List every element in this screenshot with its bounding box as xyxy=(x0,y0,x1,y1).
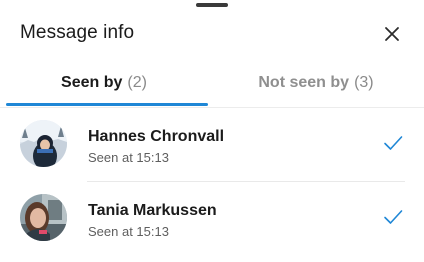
viewer-name: Tania Markussen xyxy=(88,202,217,219)
sheet-title: Message info xyxy=(20,22,135,43)
message-info-sheet: Message info Seen by (2) Not seen by (3) xyxy=(0,0,424,262)
sheet-header: Message info xyxy=(0,14,424,54)
viewer-row[interactable]: Hannes Chronvall Seen at 15:13 xyxy=(0,108,424,180)
close-icon xyxy=(385,27,399,41)
tab-not-seen-by[interactable]: Not seen by (3) xyxy=(208,62,424,104)
checkmark-icon xyxy=(384,136,403,150)
tab-not-seen-by-count: (3) xyxy=(354,74,374,91)
viewer-row[interactable]: Tania Markussen Seen at 15:13 xyxy=(0,182,424,254)
close-button[interactable] xyxy=(380,22,404,46)
active-tab-indicator xyxy=(6,103,208,106)
avatar xyxy=(20,194,67,241)
tab-not-seen-by-label: Not seen by xyxy=(258,74,350,91)
tab-bar: Seen by (2) Not seen by (3) xyxy=(0,62,424,108)
tab-seen-by-count: (2) xyxy=(127,74,147,91)
seen-timestamp: Seen at 15:13 xyxy=(88,224,169,239)
drag-handle[interactable] xyxy=(196,3,228,7)
seen-timestamp: Seen at 15:13 xyxy=(88,150,169,165)
checkmark-icon xyxy=(384,210,403,224)
viewer-name: Hannes Chronvall xyxy=(88,128,225,145)
tab-seen-by-label: Seen by xyxy=(61,74,123,91)
avatar xyxy=(20,120,67,167)
tab-seen-by[interactable]: Seen by (2) xyxy=(0,62,208,104)
